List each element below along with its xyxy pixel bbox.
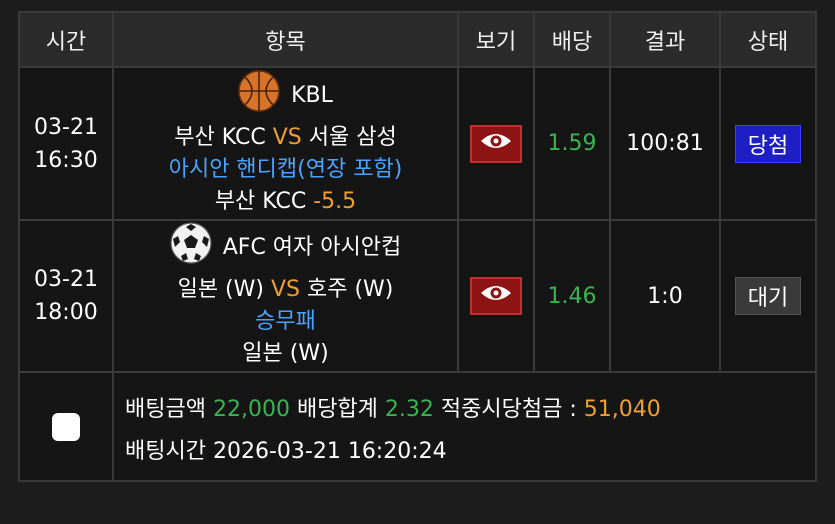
row1-status: 당첨 (747, 133, 789, 159)
payout-label: 적중시당첨금 : (440, 397, 577, 422)
bet-amount-label: 배팅금액 (125, 397, 206, 422)
row2-league: AFC 여자 아시안컵 (222, 235, 402, 260)
row1-time-cell: 03-21 16:30 (20, 68, 114, 221)
row2-home: 일본 (W) (177, 277, 264, 302)
total-odds: 2.32 (384, 397, 434, 422)
row1-date: 03-21 (34, 114, 98, 140)
row2-time-cell: 03-21 18:00 (20, 221, 114, 373)
header-result: 결과 (611, 13, 721, 68)
row2-vs: VS (270, 277, 300, 302)
row1-pick: 부산 KCC (214, 188, 307, 214)
row1-pick-value: -5.5 (313, 188, 357, 214)
header-odds: 배당 (535, 13, 611, 68)
eye-icon (479, 131, 513, 157)
row1-odds: 1.59 (547, 131, 597, 156)
select-cell (20, 373, 114, 482)
row2-result: 1:0 (647, 283, 683, 309)
header-status: 상태 (721, 13, 817, 68)
row1-home: 부산 KCC (174, 124, 266, 150)
row2-time: 18:00 (34, 300, 98, 325)
header-view: 보기 (459, 13, 535, 68)
row1-result: 100:81 (626, 131, 704, 156)
row2-date: 03-21 (34, 267, 98, 292)
bet-time-label: 배팅시간 (125, 439, 206, 464)
row2-status: 대기 (747, 286, 789, 311)
header-view-label: 보기 (475, 29, 517, 55)
summary-line-time: 배팅시간 2026-03-21 16:20:24 (125, 433, 447, 465)
header-time: 시간 (20, 13, 114, 68)
row2-away: 호주 (W) (307, 277, 394, 302)
row2-view-cell (459, 221, 535, 373)
row2-status-badge: 대기 (735, 277, 801, 315)
row1-status-cell: 당첨 (721, 68, 817, 221)
soccer-ball-icon (170, 222, 212, 274)
row2-pick: 일본 (W) (242, 341, 329, 366)
row2-status-cell: 대기 (721, 221, 817, 373)
header-odds-label: 배당 (551, 29, 593, 55)
row1-view-button[interactable] (470, 124, 522, 163)
row1-status-badge: 당첨 (735, 124, 801, 163)
row2-view-button[interactable] (470, 277, 522, 315)
row1-item-cell: KBL 부산 KCC VS 서울 삼성 아시안 핸디캡(연장 포함) 부산 KC… (114, 68, 459, 221)
row1-odds-cell: 1.59 (535, 68, 611, 221)
bet-time: 2026-03-21 16:20:24 (212, 439, 447, 464)
basketball-icon (238, 69, 280, 122)
row2-pick-line: 일본 (W) (242, 338, 328, 370)
row1-market: 아시안 핸디캡(연장 포함) (168, 156, 403, 182)
row1-league: KBL (291, 82, 333, 108)
row1-pick-line: 부산 KCC -5.5 (215, 186, 356, 218)
row2-market: 승무패 (255, 309, 316, 334)
header-result-label: 결과 (644, 29, 686, 55)
row2-league-line: AFC 여자 아시안컵 (170, 222, 402, 274)
bet-summary: 배팅금액 22,000 배당합계 2.32 적중시당첨금 : 51,040 배팅… (114, 373, 817, 482)
bet-amount: 22,000 (212, 397, 290, 422)
row1-time: 16:30 (34, 147, 98, 173)
row1-result-cell: 100:81 (611, 68, 721, 221)
select-checkbox[interactable] (52, 412, 80, 441)
header-item: 항목 (114, 13, 459, 68)
row1-view-cell (459, 68, 535, 221)
row2-result-cell: 1:0 (611, 221, 721, 373)
payout: 51,040 (583, 397, 661, 422)
row1-vs: VS (272, 124, 302, 150)
row2-odds: 1.46 (547, 283, 597, 309)
row1-league-line: KBL (238, 69, 333, 122)
header-item-label: 항목 (265, 29, 306, 55)
eye-icon (479, 283, 513, 309)
row2-item-cell: AFC 여자 아시안컵 일본 (W) VS 호주 (W) 승무패 일본 (W) (114, 221, 459, 373)
row2-odds-cell: 1.46 (535, 221, 611, 373)
header-status-label: 상태 (747, 29, 789, 55)
row1-away: 서울 삼성 (308, 124, 397, 150)
header-time-label: 시간 (45, 29, 87, 55)
total-odds-label: 배당합계 (296, 397, 378, 422)
summary-line-amounts: 배팅금액 22,000 배당합계 2.32 적중시당첨금 : 51,040 (125, 391, 661, 423)
row2-match-line: 일본 (W) VS 호주 (W) (178, 274, 394, 306)
row1-match-line: 부산 KCC VS 서울 삼성 (174, 122, 396, 154)
